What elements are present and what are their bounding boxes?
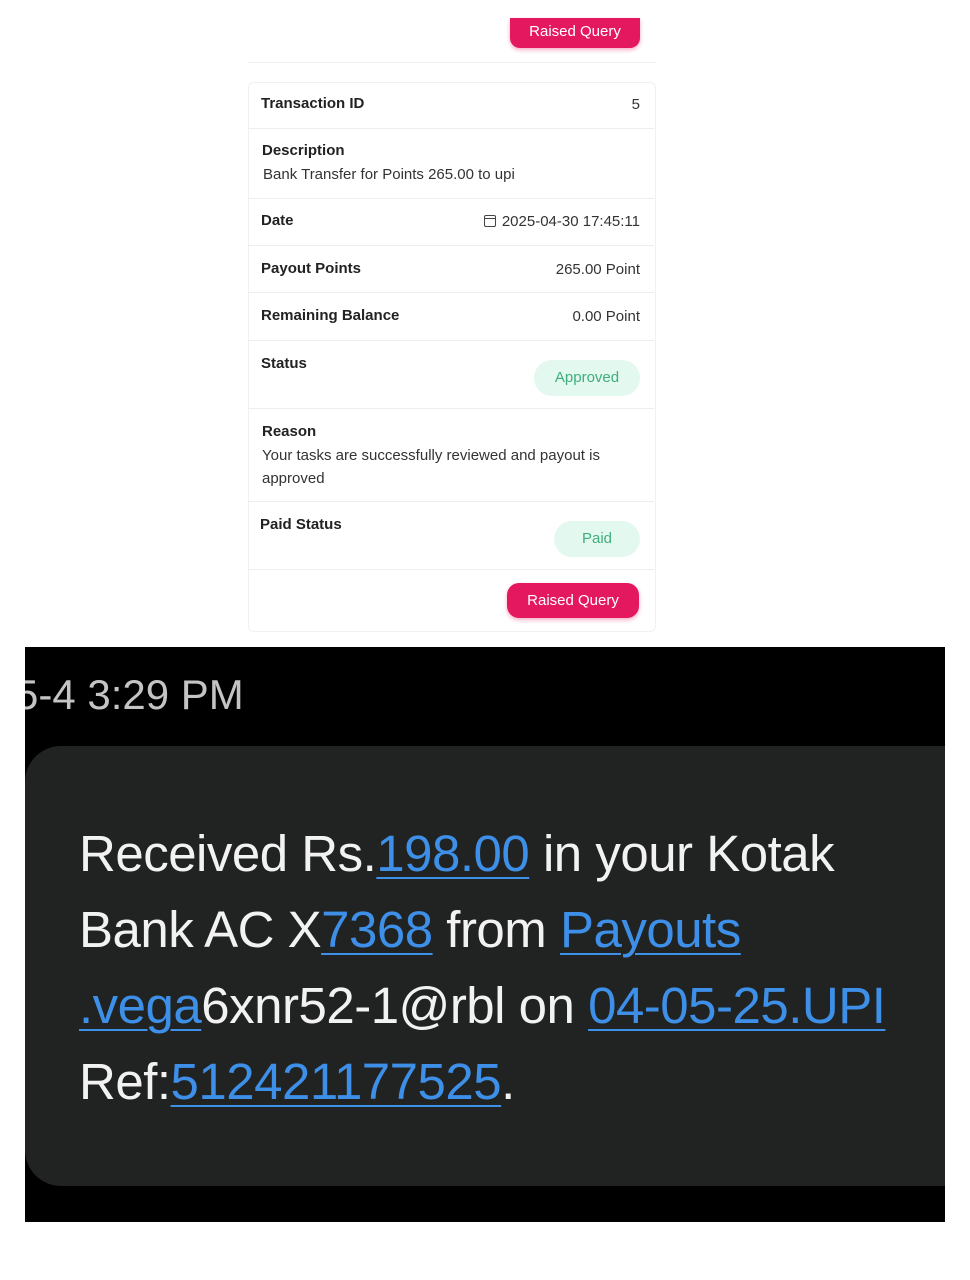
sms-text-received: Received Rs. [79, 825, 377, 882]
sms-payee-link-1[interactable]: Payouts [560, 901, 741, 958]
row-transaction-id: Transaction ID 5 [248, 82, 654, 129]
row-description: Description Bank Transfer for Points 265… [248, 129, 654, 199]
row-remaining-balance: Remaining Balance 0.00 Point [248, 293, 654, 341]
sms-amount-link[interactable]: 198.00 [376, 825, 530, 882]
sms-message-text: Received Rs.198.00 in your Kotak Bank AC… [79, 816, 939, 1120]
remaining-balance-label: Remaining Balance [261, 307, 400, 324]
date-label: Date [261, 212, 294, 229]
paid-status-label: Paid Status [260, 516, 342, 533]
calendar-icon [483, 215, 496, 227]
sms-text-kotak: in your Kotak [529, 825, 835, 882]
paid-status-badge: Paid [554, 521, 640, 557]
reason-value: Your tasks are successfully reviewed and… [262, 447, 600, 487]
sms-text-period: . [501, 1053, 515, 1110]
row-paid-status: Paid Status Paid [248, 502, 654, 570]
date-value-wrapper: 2025-04-30 17:45:11 [483, 213, 640, 230]
sms-timestamp: 5-4 3:29 PM [25, 671, 244, 718]
sms-line-3: .vega6xnr52-1@rbl on 04-05-25.UPI [79, 968, 939, 1044]
description-label: Description [262, 142, 345, 159]
payout-points-value: 265.00 Point [555, 261, 640, 278]
sms-bubble: Received Rs.198.00 in your Kotak Bank AC… [25, 746, 945, 1186]
row-reason: Reason Your tasks are successfully revie… [248, 409, 654, 502]
status-label: Status [261, 355, 307, 372]
reason-label: Reason [262, 423, 317, 440]
description-value: Bank Transfer for Points 265.00 to upi [263, 166, 515, 183]
sms-text-bank-ac: Bank AC X [79, 901, 322, 958]
sms-text-from: from [432, 901, 560, 958]
remaining-balance-value: 0.00 Point [572, 308, 640, 325]
status-badge: Approved [534, 360, 640, 396]
transaction-id-value: 5 [631, 96, 640, 113]
sms-text-vpa: 6xnr52-1@rbl on [201, 977, 589, 1034]
page: Raised Query Transaction ID 5 Descriptio… [0, 0, 970, 1280]
sms-line-1: Received Rs.198.00 in your Kotak [79, 816, 939, 892]
sms-line-2: Bank AC X7368 from Payouts [79, 892, 939, 968]
sms-ref-link[interactable]: 512421177525 [171, 1053, 502, 1110]
raised-query-button[interactable]: Raised Query [507, 583, 639, 618]
sms-date-link[interactable]: 04-05-25.UPI [588, 977, 886, 1034]
sms-account-link[interactable]: 7368 [321, 901, 433, 958]
sms-screenshot: 5-4 3:29 PM Received Rs.198.00 in your K… [25, 647, 945, 1222]
transaction-id-label: Transaction ID [261, 95, 365, 112]
row-date: Date 2025-04-30 17:45:11 [248, 199, 654, 246]
sms-payee-link-2[interactable]: .vega [79, 977, 202, 1034]
sms-line-4: Ref:512421177525. [79, 1044, 939, 1120]
sms-text-ref: Ref: [79, 1053, 171, 1110]
payout-points-label: Payout Points [261, 260, 362, 277]
date-value: 2025-04-30 17:45:11 [501, 213, 640, 230]
raised-query-button-top[interactable]: Raised Query [510, 18, 640, 48]
row-status: Status Approved [248, 341, 654, 409]
row-payout-points: Payout Points 265.00 Point [248, 246, 654, 293]
